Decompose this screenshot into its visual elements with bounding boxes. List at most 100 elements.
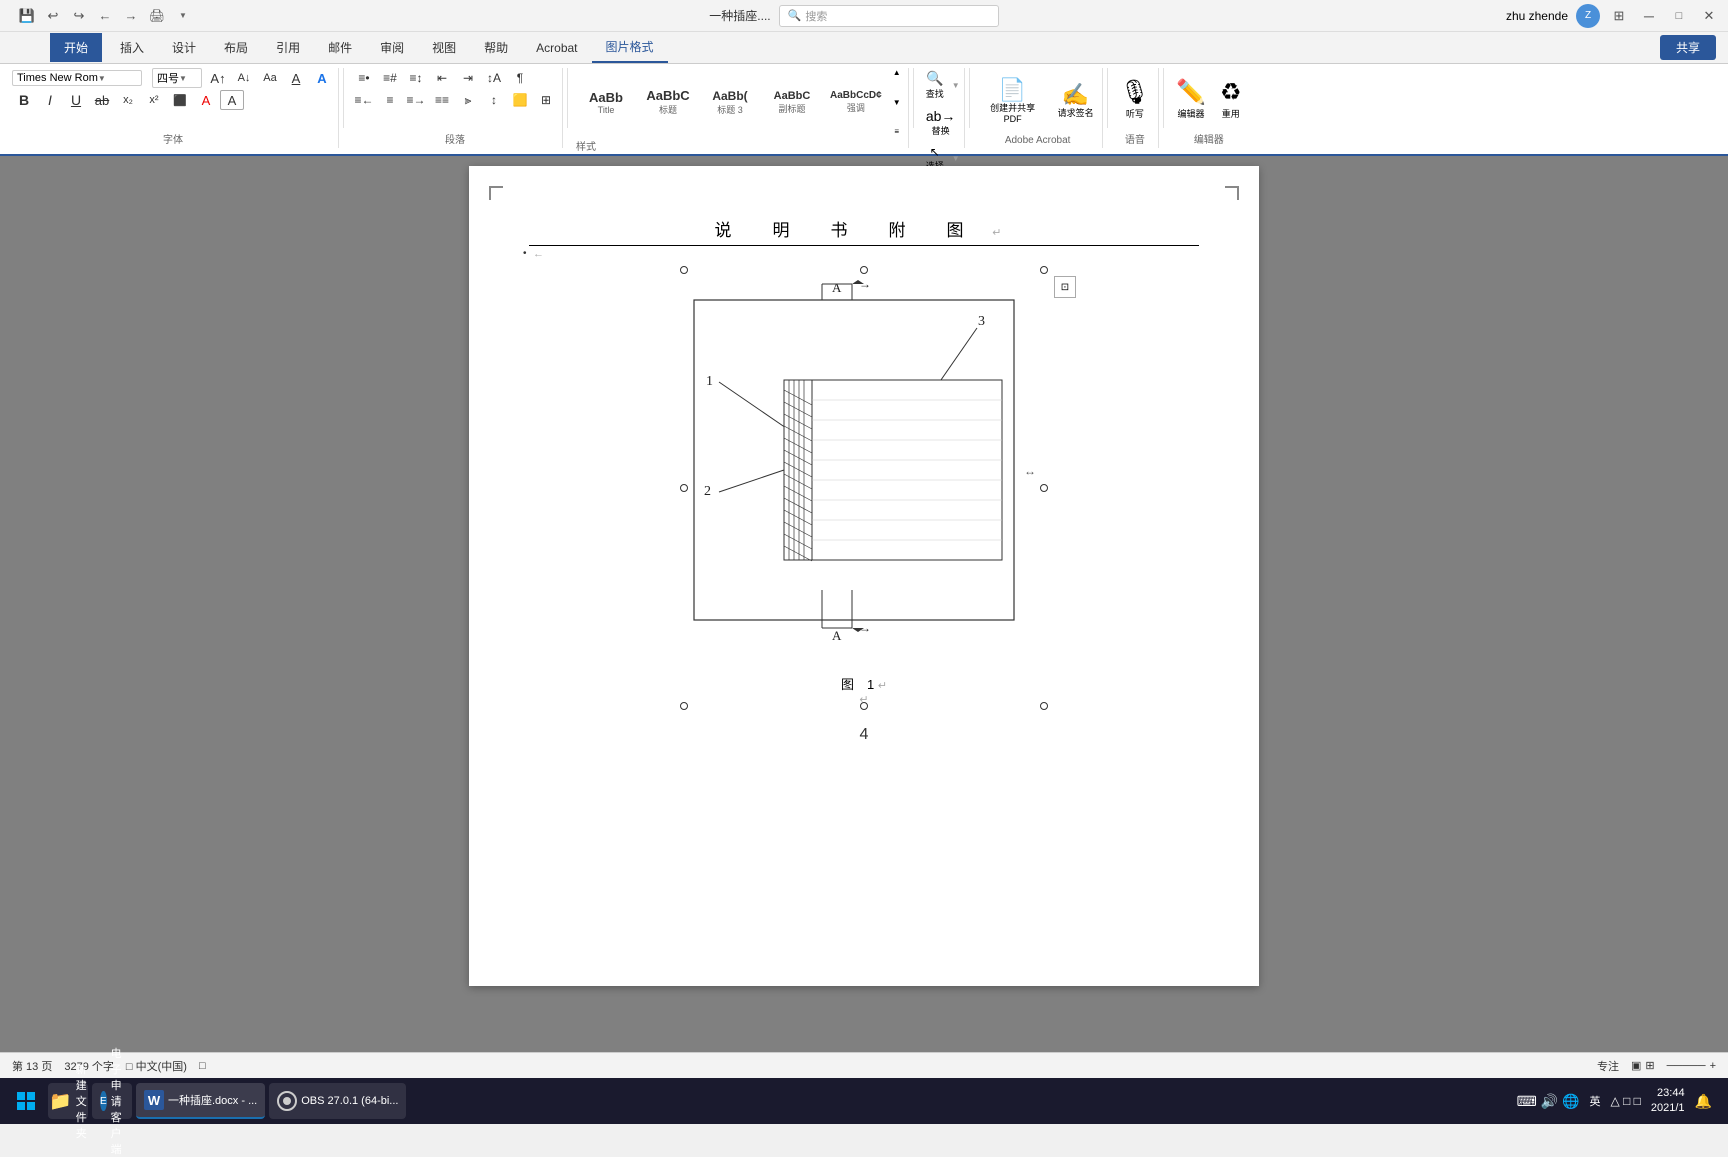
style-heading3-label: 标题 3 bbox=[717, 103, 743, 116]
listen-button[interactable]: 🎙 听写 bbox=[1116, 76, 1154, 122]
tab-insert[interactable]: 插入 bbox=[106, 33, 158, 62]
style-emphasis[interactable]: AaBbCcD¢ 强调 bbox=[824, 88, 888, 116]
font-decrease-button[interactable]: A↓ bbox=[232, 68, 256, 88]
justify-button[interactable]: ≡≡ bbox=[430, 90, 454, 110]
handle-br[interactable] bbox=[1040, 702, 1048, 710]
style-heading1[interactable]: AaBbC 标题 bbox=[638, 86, 698, 118]
subscript-button[interactable]: x₂ bbox=[116, 90, 140, 110]
align-center-button[interactable]: ≡ bbox=[378, 90, 402, 110]
shading-button[interactable]: 🟨 bbox=[508, 90, 532, 110]
outline-button[interactable]: ≡↕ bbox=[404, 68, 428, 88]
request-sign-button[interactable]: ✍ 请求签名 bbox=[1054, 80, 1098, 121]
gallery-scroll-down[interactable]: ▼ bbox=[890, 98, 904, 107]
font-size-dropdown[interactable]: ▼ bbox=[179, 74, 187, 83]
tab-home[interactable]: 开始 bbox=[50, 33, 102, 62]
quick-access-dropdown[interactable]: ▼ bbox=[172, 5, 194, 27]
tab-picture-format[interactable]: 图片格式 bbox=[592, 32, 668, 63]
window-layout-button[interactable]: ⊞ bbox=[1608, 5, 1630, 27]
clear-format-button[interactable]: A bbox=[284, 68, 308, 88]
superscript-button[interactable]: x² bbox=[142, 90, 166, 110]
focus-button[interactable]: 专注 bbox=[1597, 1058, 1619, 1074]
sort-button[interactable]: ↕A bbox=[482, 68, 506, 88]
show-marks-button[interactable]: ¶ bbox=[508, 68, 532, 88]
style-title[interactable]: AaBb Title bbox=[576, 88, 636, 117]
tab-acrobat[interactable]: Acrobat bbox=[522, 35, 591, 61]
language-tray[interactable]: 英 bbox=[1590, 1093, 1601, 1109]
text-color-button[interactable]: A bbox=[194, 90, 218, 110]
back-button[interactable]: ← bbox=[94, 5, 116, 27]
web-view-icon[interactable]: ⊞ bbox=[1645, 1059, 1654, 1072]
tab-help[interactable]: 帮助 bbox=[470, 33, 522, 62]
bold-button[interactable]: B bbox=[12, 90, 36, 110]
gallery-more[interactable]: ≡ bbox=[890, 127, 904, 136]
para-group: ≡• ≡# ≡↕ ⇤ ⇥ ↕A ¶ ≡← ≡ ≡→ ≡≡ ⫸ ↕ 🟨 ⊞ 段落 bbox=[348, 68, 563, 148]
corner-mark-tr bbox=[1225, 186, 1239, 200]
tab-references[interactable]: 引用 bbox=[262, 33, 314, 62]
text-highlight-button[interactable]: ⬛ bbox=[168, 90, 192, 110]
align-right-button[interactable]: ≡→ bbox=[404, 90, 428, 110]
change-case-button[interactable]: Aa bbox=[258, 68, 282, 88]
underline-button[interactable]: U bbox=[64, 90, 88, 110]
taskbar-app-client[interactable]: E 电子申请客户端 bbox=[92, 1083, 132, 1119]
line-spacing-button[interactable]: ↕ bbox=[482, 90, 506, 110]
clock[interactable]: 23:44 2021/1 bbox=[1651, 1086, 1685, 1117]
diagram-container[interactable]: ⊡ A → 3 1 bbox=[684, 270, 1044, 706]
find-button[interactable]: 🔍 查找 bbox=[922, 68, 948, 102]
char-border-button[interactable]: A bbox=[220, 90, 244, 110]
handle-tr[interactable] bbox=[1040, 266, 1048, 274]
save-button[interactable]: 💾 bbox=[16, 5, 38, 27]
layout-options-button[interactable]: ⊡ bbox=[1054, 276, 1076, 298]
columns-button[interactable]: ⫸ bbox=[456, 90, 480, 110]
taskbar-app-folder[interactable]: 📁 新建文件夹 bbox=[48, 1083, 88, 1119]
font-increase-button[interactable]: A↑ bbox=[206, 68, 230, 88]
decrease-indent-button[interactable]: ⇤ bbox=[430, 68, 454, 88]
font-name-dropdown[interactable]: ▼ bbox=[98, 74, 106, 83]
handle-tl[interactable] bbox=[680, 266, 688, 274]
handle-mr[interactable] bbox=[1040, 484, 1048, 492]
restore-button[interactable]: □ bbox=[1668, 5, 1690, 27]
create-pdf-button[interactable]: 📄 创建并共享PDF bbox=[978, 75, 1048, 127]
bullets-button[interactable]: ≡• bbox=[352, 68, 376, 88]
tab-view[interactable]: 视图 bbox=[418, 33, 470, 62]
text-effects-button[interactable]: A bbox=[310, 68, 334, 88]
taskbar-app-word[interactable]: W 一种插座.docx - ... bbox=[136, 1083, 265, 1119]
tab-layout[interactable]: 布局 bbox=[210, 33, 262, 62]
search-box[interactable]: 🔍 搜索 bbox=[779, 5, 999, 27]
forward-button[interactable]: → bbox=[120, 5, 142, 27]
strikethrough-button[interactable]: ab bbox=[90, 90, 114, 110]
style-heading3[interactable]: AaBb( 标题 3 bbox=[700, 87, 760, 118]
handle-bc[interactable] bbox=[860, 702, 868, 710]
borders-button[interactable]: ⊞ bbox=[534, 90, 558, 110]
notification-button[interactable]: 🔔 bbox=[1695, 1093, 1712, 1110]
share-button[interactable]: 共享 bbox=[1660, 35, 1716, 60]
font-size-selector[interactable]: 四号 ▼ bbox=[152, 68, 202, 88]
handle-bl[interactable] bbox=[680, 702, 688, 710]
tray-icons: ⌨ 🔊 🌐 bbox=[1517, 1093, 1580, 1110]
start-button[interactable] bbox=[8, 1083, 44, 1119]
print-button[interactable]: 🖨 bbox=[146, 5, 168, 27]
increase-indent-button[interactable]: ⇥ bbox=[456, 68, 480, 88]
align-left-button[interactable]: ≡← bbox=[352, 90, 376, 110]
editor-button[interactable]: ✏️ 编辑器 bbox=[1172, 76, 1210, 122]
close-button[interactable]: ✕ bbox=[1698, 5, 1720, 27]
reuse-button[interactable]: ♻ 重用 bbox=[1216, 76, 1246, 122]
print-view-icon[interactable]: ▣ bbox=[1631, 1059, 1641, 1072]
tab-review[interactable]: 审阅 bbox=[366, 33, 418, 62]
minimize-button[interactable]: ─ bbox=[1638, 5, 1660, 27]
tab-design[interactable]: 设计 bbox=[158, 33, 210, 62]
handle-ml[interactable] bbox=[680, 484, 688, 492]
style-subtitle[interactable]: AaBbC 副标题 bbox=[762, 88, 822, 117]
gallery-scroll-up[interactable]: ▲ bbox=[890, 68, 904, 77]
taskbar-app-obs[interactable]: OBS 27.0.1 (64-bi... bbox=[269, 1083, 406, 1119]
style-title-label: Title bbox=[598, 105, 615, 115]
zoom-slider[interactable]: ───── + bbox=[1667, 1060, 1716, 1072]
numbering-button[interactable]: ≡# bbox=[378, 68, 402, 88]
italic-button[interactable]: I bbox=[38, 90, 62, 110]
redo-button[interactable]: ↪ bbox=[68, 5, 90, 27]
tab-mailings[interactable]: 邮件 bbox=[314, 33, 366, 62]
font-name-selector[interactable]: Times New Rom ▼ bbox=[12, 70, 142, 86]
undo-button[interactable]: ↩ bbox=[42, 5, 64, 27]
replace-button[interactable]: ab→ 替换 bbox=[922, 106, 960, 139]
handle-tc[interactable] bbox=[860, 266, 868, 274]
styles-group-label: 样式 bbox=[576, 136, 904, 155]
